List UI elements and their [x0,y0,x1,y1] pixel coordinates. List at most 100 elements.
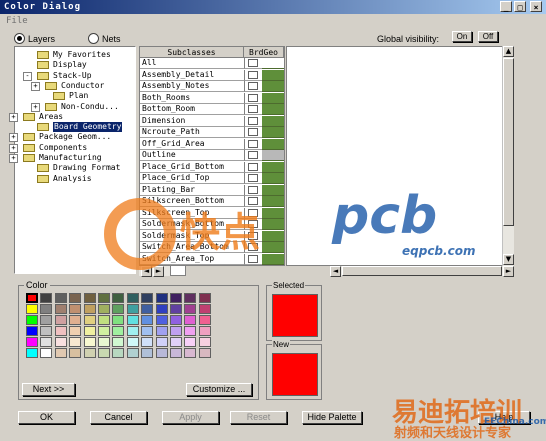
tree-item[interactable]: + Package Geom... [9,132,133,143]
expand-icon[interactable]: + [9,154,18,163]
tree-item[interactable]: + Manufacturing [9,153,133,163]
color-swatch[interactable] [98,326,110,336]
color-swatch[interactable] [40,337,53,347]
cancel-button[interactable]: Cancel [90,411,147,424]
color-cell[interactable] [262,184,284,196]
visibility-checkbox[interactable] [248,82,258,90]
color-swatch[interactable] [26,304,38,314]
color-swatch[interactable] [155,304,168,314]
color-swatch[interactable] [98,348,110,358]
color-swatch[interactable] [54,304,67,314]
color-swatch[interactable] [184,348,197,358]
color-swatch[interactable] [170,315,182,325]
color-swatch[interactable] [184,293,197,303]
color-swatch[interactable] [26,293,38,303]
color-swatch[interactable] [69,326,82,336]
color-swatch[interactable] [26,348,38,358]
scroll-left-icon[interactable]: ◄ [330,266,341,277]
color-swatch[interactable] [40,315,53,325]
color-swatch[interactable] [198,304,211,314]
color-cell[interactable] [262,253,284,265]
visibility-checkbox[interactable] [248,93,258,102]
global-on-button[interactable]: On [452,31,472,42]
visibility-cell[interactable] [244,184,262,196]
color-swatch[interactable] [112,293,125,303]
color-cell[interactable] [262,161,284,173]
brdgeo-column-header[interactable]: BrdGeo [244,47,284,58]
color-cell[interactable] [262,69,284,81]
visibility-cell[interactable] [244,92,262,104]
subclass-row[interactable]: Place_Grid_Bottom [140,161,244,173]
color-swatch[interactable] [126,326,139,336]
scroll-up-icon[interactable]: ▲ [503,46,514,57]
visibility-checkbox[interactable] [248,174,258,182]
color-swatch[interactable] [170,337,182,347]
color-swatch[interactable] [141,326,154,336]
reset-button[interactable]: Reset [230,411,287,424]
visibility-checkbox[interactable] [248,70,258,79]
close-button[interactable]: × [530,1,542,12]
color-swatch[interactable] [83,326,96,336]
color-swatch[interactable] [83,337,96,347]
color-swatch[interactable] [98,315,110,325]
color-swatch[interactable] [83,348,96,358]
tree-item[interactable]: + Areas [9,112,133,122]
subclass-row[interactable]: Assembly_Detail [140,69,244,81]
tree-item[interactable]: My Favorites [15,50,133,60]
color-swatch[interactable] [184,326,197,336]
color-swatch[interactable] [170,326,182,336]
horizontal-scroll-thumb[interactable] [342,266,502,276]
tree-item[interactable]: - Stack-Up [15,71,133,81]
color-swatch[interactable] [54,348,67,358]
layers-radio[interactable] [14,33,25,44]
visibility-checkbox[interactable] [248,162,258,171]
scroll-down-icon[interactable]: ▼ [503,254,514,265]
color-swatch[interactable] [141,337,154,347]
color-cell[interactable] [262,230,284,242]
subclass-row[interactable]: All [140,58,244,69]
visibility-cell[interactable] [244,150,262,161]
color-swatch[interactable] [69,293,82,303]
ok-button[interactable]: OK [18,411,75,424]
color-cell[interactable] [262,104,284,115]
color-cell[interactable] [262,196,284,207]
color-cell[interactable] [262,173,284,184]
subclass-row[interactable]: Plating_Bar [140,184,244,196]
apply-button[interactable]: Apply [162,411,219,424]
expand-icon[interactable]: + [9,143,18,153]
color-cell[interactable] [262,115,284,127]
color-swatch[interactable] [69,348,82,358]
color-cell[interactable] [262,138,284,150]
tree-item[interactable]: Drawing Format [15,163,133,173]
collapse-icon[interactable]: - [23,71,32,81]
color-swatch[interactable] [112,304,125,314]
color-swatch[interactable] [155,348,168,358]
color-swatch[interactable] [40,348,53,358]
color-swatch[interactable] [198,293,211,303]
color-cell[interactable] [262,81,284,92]
color-swatch[interactable] [54,326,67,336]
color-swatch[interactable] [198,315,211,325]
visibility-cell[interactable] [244,127,262,138]
tree-item[interactable]: Analysis [15,174,133,184]
color-cell[interactable] [262,219,284,230]
color-swatch[interactable] [170,293,182,303]
color-swatch[interactable] [141,304,154,314]
color-swatch[interactable] [126,304,139,314]
subclass-row[interactable]: Both_Rooms [140,92,244,104]
expand-icon[interactable]: + [9,112,18,122]
tree-item[interactable]: + Non-Condu... [15,102,133,112]
color-swatch[interactable] [126,293,139,303]
tree-item[interactable]: Board Geometry [15,122,133,133]
vertical-scroll-thumb[interactable] [503,58,514,226]
color-swatch[interactable] [69,304,82,314]
visibility-cell[interactable] [244,173,262,184]
maximize-button[interactable]: □ [514,1,526,12]
color-swatch[interactable] [141,293,154,303]
color-swatch[interactable] [126,348,139,358]
menu-file[interactable]: File [6,16,28,26]
subclasses-column-header[interactable]: Subclasses [140,47,244,58]
visibility-cell[interactable] [244,115,262,127]
color-swatch[interactable] [26,315,38,325]
tree-item[interactable]: + Conductor [15,81,133,91]
